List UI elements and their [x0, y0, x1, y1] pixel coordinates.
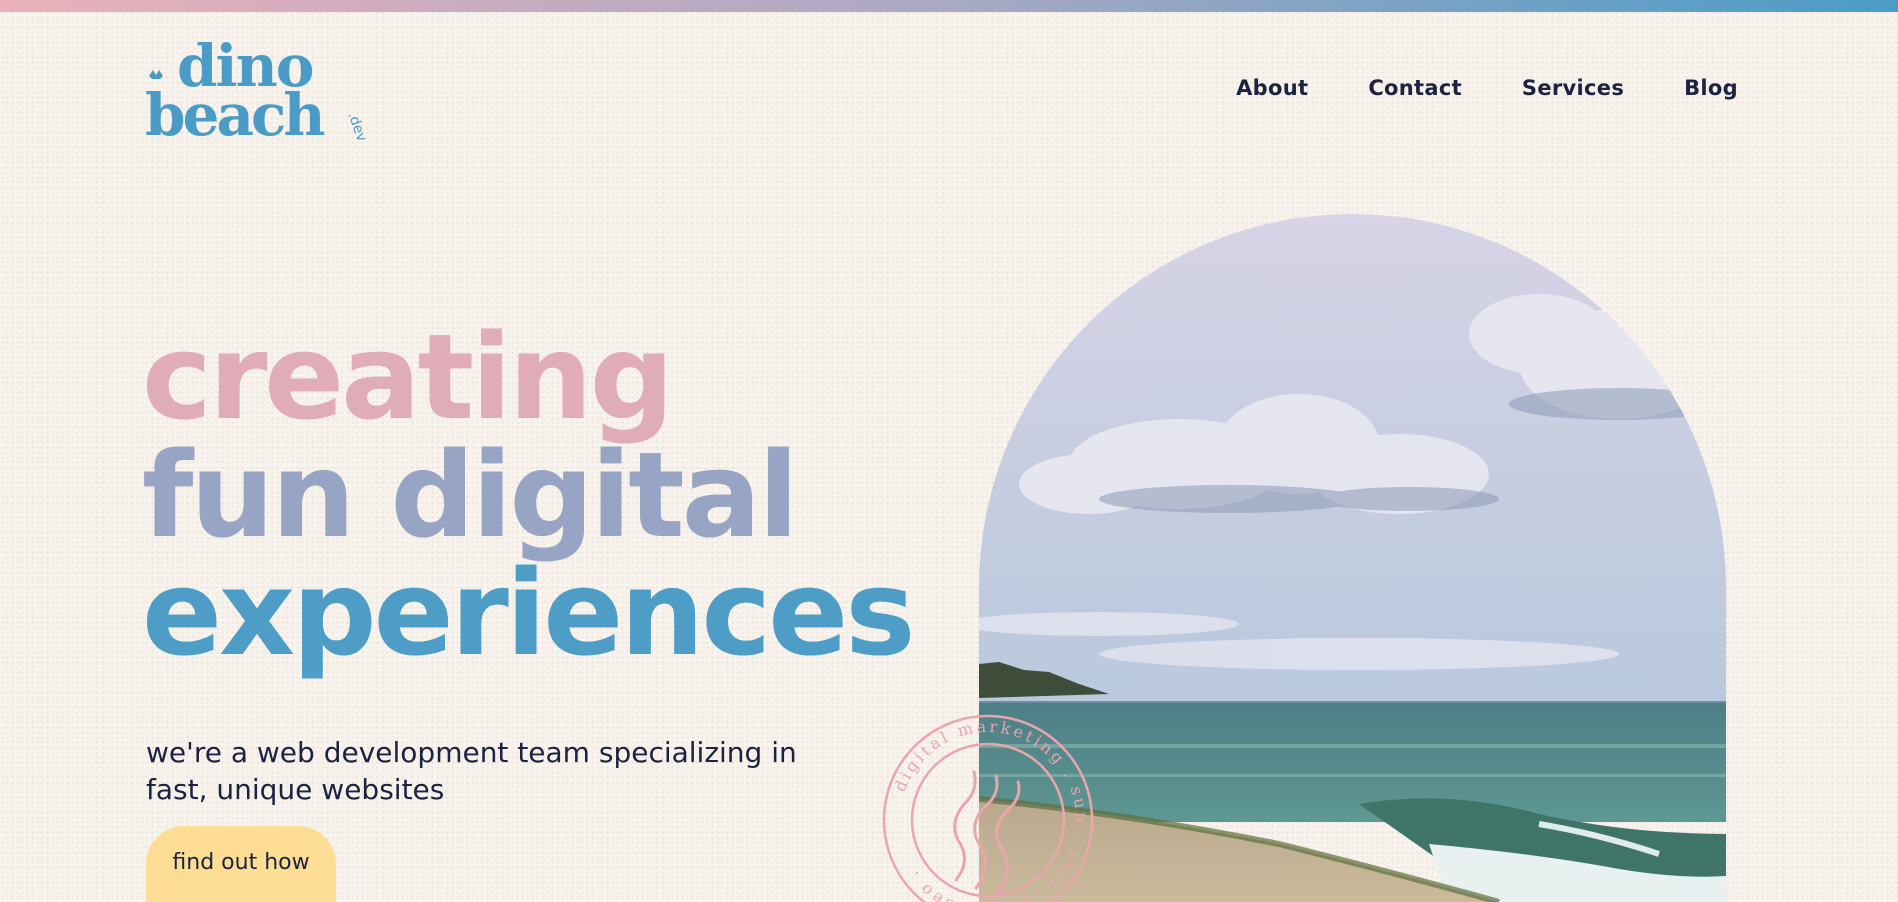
- find-out-how-button[interactable]: find out how: [146, 826, 336, 902]
- crown-icon: [149, 70, 163, 79]
- nav-contact[interactable]: Contact: [1368, 76, 1462, 100]
- main-nav: About Contact Services Blog: [1236, 76, 1738, 100]
- headline-line-2: fun digital: [142, 436, 962, 554]
- nav-about[interactable]: About: [1236, 76, 1308, 100]
- stamp-badge: digital marketing . sun . surf . sand . …: [878, 710, 1098, 902]
- logo-suffix: .dev: [344, 110, 368, 144]
- waves-icon: digital marketing . sun . surf . sand . …: [882, 714, 1094, 902]
- logo[interactable]: dino beach .dev: [143, 32, 370, 149]
- hero-headline: creating fun digital experiences: [142, 318, 962, 672]
- hero-subtext: we're a web development team specializin…: [146, 736, 797, 806]
- nav-services[interactable]: Services: [1522, 76, 1624, 100]
- logo-word-2: beach: [145, 81, 324, 144]
- top-gradient-bar: [0, 0, 1898, 12]
- headline-line-3: experiences: [142, 554, 962, 672]
- headline-line-1: creating: [142, 318, 962, 436]
- nav-blog[interactable]: Blog: [1684, 76, 1738, 100]
- dino-beach-logo-icon: dino beach .dev: [145, 32, 370, 149]
